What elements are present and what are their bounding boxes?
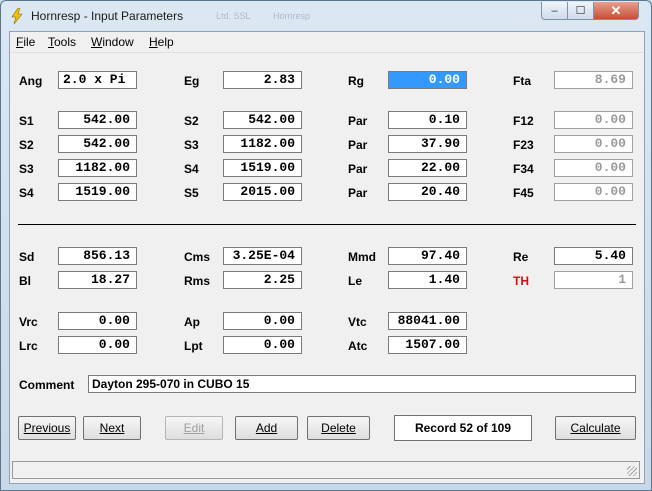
label-bl: Bl xyxy=(19,274,31,288)
label-atc: Atc xyxy=(348,339,368,353)
minimize-button[interactable]: – xyxy=(541,2,568,20)
label-s3-seg: S3 xyxy=(19,162,34,176)
app-window: Hornresp - Input Parameters Ltd. SSL Hor… xyxy=(0,0,652,491)
maximize-button[interactable]: ☐ xyxy=(567,2,594,20)
s3-field[interactable]: 1182.00 xyxy=(223,135,302,153)
label-par-4: Par xyxy=(348,186,368,200)
label-lpt: Lpt xyxy=(184,339,203,353)
par-2-field[interactable]: 37.90 xyxy=(388,135,467,153)
label-f34: F34 xyxy=(513,162,534,176)
label-f23: F23 xyxy=(513,138,534,152)
bl-field[interactable]: 18.27 xyxy=(58,271,137,289)
f34-field[interactable]: 0.00 xyxy=(554,159,633,177)
sd-field[interactable]: 856.13 xyxy=(58,247,137,265)
menu-window[interactable]: Window xyxy=(91,35,134,49)
status-bar xyxy=(12,461,640,479)
label-f45: F45 xyxy=(513,186,534,200)
label-mmd: Mmd xyxy=(348,250,376,264)
label-f12: F12 xyxy=(513,114,534,128)
input-parameters-form: File Tools Window Help Ang 2.0 x Pi Eg 2… xyxy=(9,31,645,484)
ghost-title-text: Ltd. SSL xyxy=(216,11,251,21)
re-field[interactable]: 5.40 xyxy=(554,247,633,265)
th-field[interactable]: 1 xyxy=(554,271,633,289)
label-vtc: Vtc xyxy=(348,315,367,329)
label-re: Re xyxy=(513,250,529,264)
lrc-field[interactable]: 0.00 xyxy=(58,336,137,354)
label-comment: Comment xyxy=(19,378,75,392)
edit-button[interactable]: Edit xyxy=(165,416,223,440)
label-s5: S5 xyxy=(184,186,199,200)
ap-field[interactable]: 0.00 xyxy=(223,312,302,330)
ang-field[interactable]: 2.0 x Pi xyxy=(58,71,137,89)
label-fta: Fta xyxy=(513,74,531,88)
f23-field[interactable]: 0.00 xyxy=(554,135,633,153)
lightning-bolt-icon xyxy=(11,8,23,24)
label-s2: S2 xyxy=(184,114,199,128)
label-eg: Eg xyxy=(184,74,200,88)
label-par-2: Par xyxy=(348,138,368,152)
label-lrc: Lrc xyxy=(19,339,38,353)
delete-button[interactable]: Delete xyxy=(307,416,370,440)
par-3-field[interactable]: 22.00 xyxy=(388,159,467,177)
menu-help[interactable]: Help xyxy=(149,35,174,49)
label-th: TH xyxy=(513,274,529,288)
calculate-button[interactable]: Calculate xyxy=(555,416,636,440)
s4-seg-field[interactable]: 1519.00 xyxy=(58,183,137,201)
next-button[interactable]: Next xyxy=(83,416,141,440)
section-divider xyxy=(18,224,636,225)
label-rms: Rms xyxy=(184,274,211,288)
le-field[interactable]: 1.40 xyxy=(388,271,467,289)
s5-field[interactable]: 2015.00 xyxy=(223,183,302,201)
window-title: Hornresp - Input Parameters xyxy=(31,9,184,23)
label-rg: Rg xyxy=(348,74,364,88)
vtc-field[interactable]: 88041.00 xyxy=(388,312,467,330)
resize-grip[interactable] xyxy=(627,466,637,476)
label-s1: S1 xyxy=(19,114,34,128)
cms-field[interactable]: 3.25E-04 xyxy=(223,247,302,265)
close-button[interactable]: ✕ xyxy=(593,2,639,20)
menu-file[interactable]: File xyxy=(16,35,35,49)
rms-field[interactable]: 2.25 xyxy=(223,271,302,289)
s2-seg-field[interactable]: 542.00 xyxy=(58,135,137,153)
par-1-field[interactable]: 0.10 xyxy=(388,111,467,129)
label-vrc: Vrc xyxy=(19,315,38,329)
record-indicator: Record 52 of 109 xyxy=(394,415,532,441)
f12-field[interactable]: 0.00 xyxy=(554,111,633,129)
s3-seg-field[interactable]: 1182.00 xyxy=(58,159,137,177)
label-par-1: Par xyxy=(348,114,368,128)
label-par-3: Par xyxy=(348,162,368,176)
menu-bar: File Tools Window Help xyxy=(10,32,644,53)
lpt-field[interactable]: 0.00 xyxy=(223,336,302,354)
vrc-field[interactable]: 0.00 xyxy=(58,312,137,330)
comment-field[interactable]: Dayton 295-070 in CUBO 15 xyxy=(88,375,636,393)
label-sd: Sd xyxy=(19,250,35,264)
s2-field[interactable]: 542.00 xyxy=(223,111,302,129)
rg-field[interactable]: 0.00 xyxy=(388,71,467,89)
label-s3: S3 xyxy=(184,138,199,152)
mmd-field[interactable]: 97.40 xyxy=(388,247,467,265)
label-ap: Ap xyxy=(184,315,200,329)
label-cms: Cms xyxy=(184,250,211,264)
menu-tools[interactable]: Tools xyxy=(48,35,76,49)
s4-field[interactable]: 1519.00 xyxy=(223,159,302,177)
label-ang: Ang xyxy=(19,74,43,88)
s1-field[interactable]: 542.00 xyxy=(58,111,137,129)
atc-field[interactable]: 1507.00 xyxy=(388,336,467,354)
f45-field[interactable]: 0.00 xyxy=(554,183,633,201)
label-s4: S4 xyxy=(184,162,199,176)
par-4-field[interactable]: 20.40 xyxy=(388,183,467,201)
fta-field[interactable]: 8.69 xyxy=(554,71,633,89)
eg-field[interactable]: 2.83 xyxy=(223,71,302,89)
label-le: Le xyxy=(348,274,363,288)
ghost-title-text: Hornresp xyxy=(273,11,311,21)
label-s4-seg: S4 xyxy=(19,186,34,200)
add-button[interactable]: Add xyxy=(235,416,298,440)
title-bar[interactable]: Hornresp - Input Parameters Ltd. SSL Hor… xyxy=(1,1,651,31)
previous-button[interactable]: Previous xyxy=(18,416,76,440)
label-s2-seg: S2 xyxy=(19,138,34,152)
